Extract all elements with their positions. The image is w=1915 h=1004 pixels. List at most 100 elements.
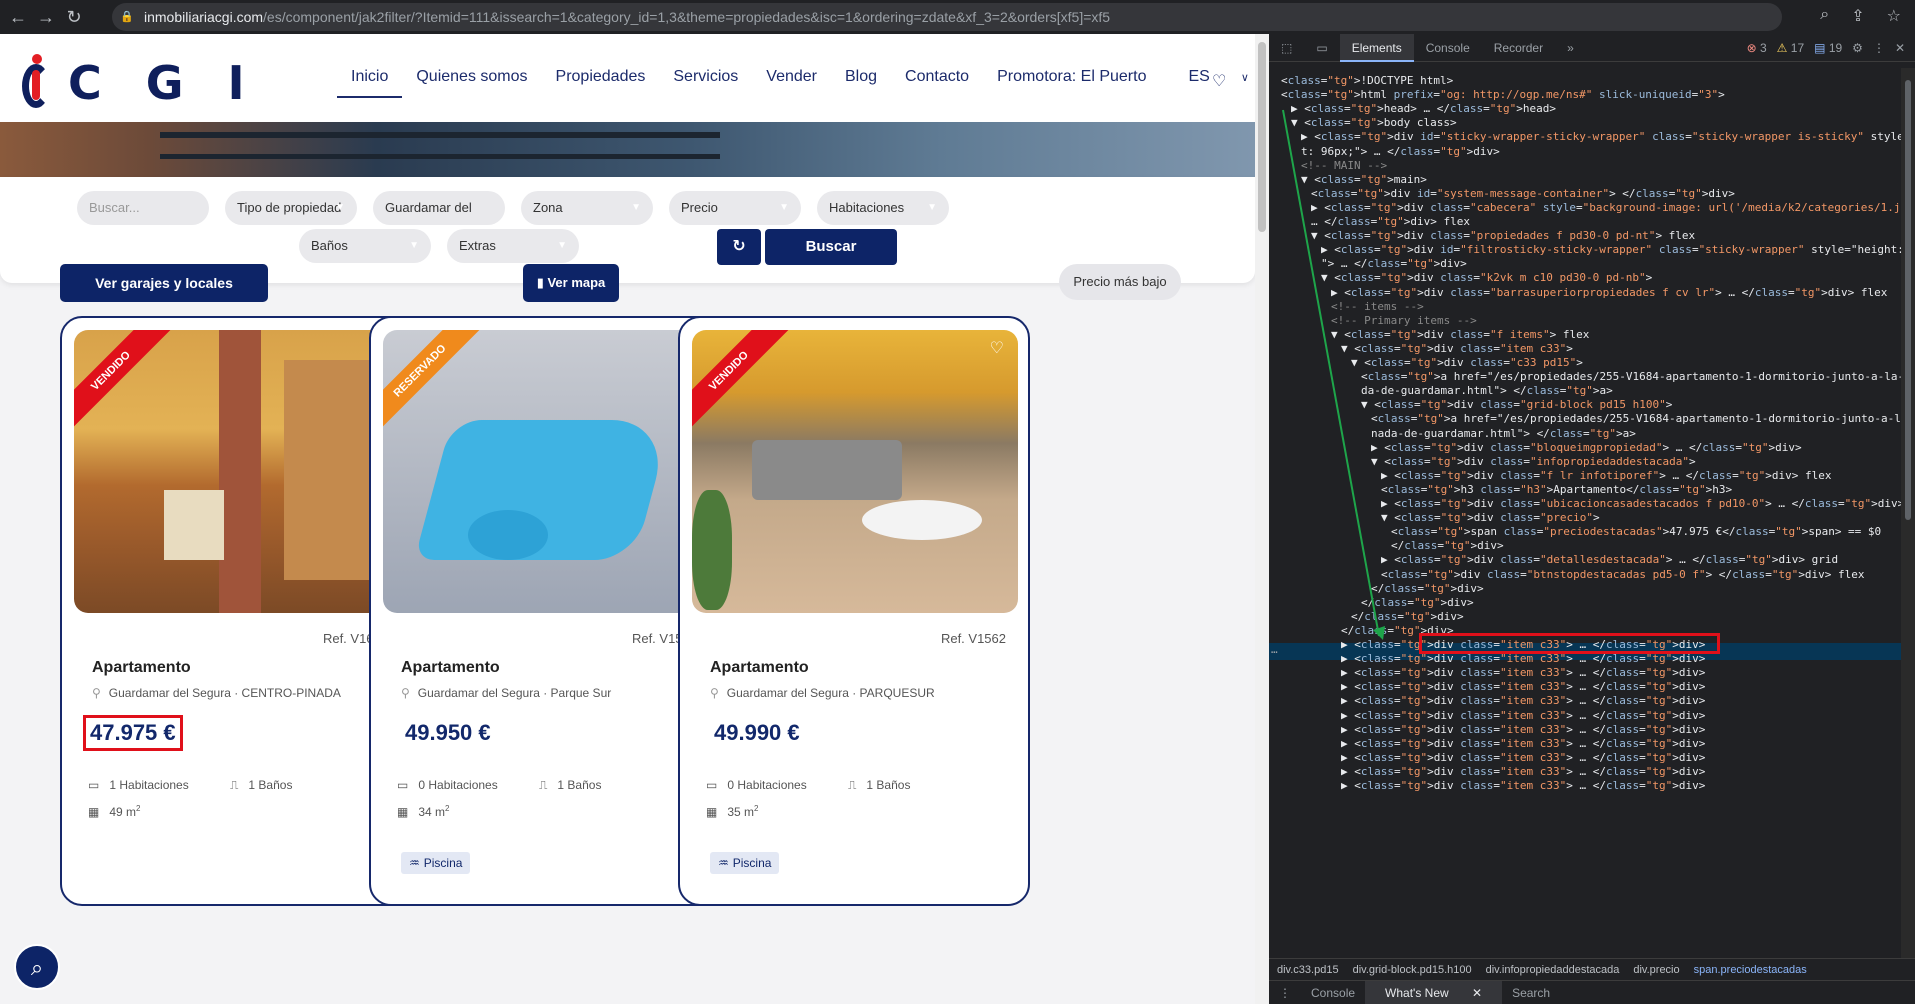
reset-filters-button[interactable]: ↻: [717, 229, 761, 265]
property-location: ⚲ Guardamar del Segura · CENTRO-PINADA: [92, 686, 341, 700]
bed-icon: ▭: [88, 778, 100, 792]
ciudad-select[interactable]: Guardamar del Segura: [373, 191, 505, 249]
inspect-icon[interactable]: ⬚: [1269, 34, 1304, 62]
ver-mapa-button[interactable]: ▮ Ver mapa: [523, 264, 619, 302]
search-input[interactable]: Buscar...: [77, 191, 209, 225]
bathrooms-spec: ⎍ 1 Baños: [539, 778, 602, 792]
buscar-button[interactable]: Buscar: [765, 229, 897, 265]
tab-recorder[interactable]: Recorder: [1482, 34, 1555, 62]
warning-icon: ⚠: [1776, 40, 1788, 55]
gear-icon[interactable]: ⚙: [1852, 41, 1863, 55]
drawer-tab-console[interactable]: Console: [1301, 981, 1365, 1004]
habitaciones-select[interactable]: Habitaciones ▼: [817, 191, 949, 225]
back-icon[interactable]: ←: [4, 7, 32, 28]
property-location: ⚲ Guardamar del Segura · Parque Sur: [401, 686, 612, 700]
close-icon[interactable]: ✕: [1895, 41, 1905, 55]
zona-select[interactable]: Zona ▼: [521, 191, 653, 225]
extras-select[interactable]: Extras ▼: [447, 229, 579, 263]
bath-icon: ⎍: [848, 778, 857, 792]
logo-text: CGI: [68, 56, 289, 110]
bath-icon: ⎍: [539, 778, 548, 792]
menu-inicio[interactable]: Inicio: [337, 68, 403, 98]
caret-down-icon: ▼: [927, 202, 937, 213]
bathrooms-spec: ⎍ 1 Baños: [230, 778, 293, 792]
issue-counters[interactable]: ⊗ 3 ⚠ 17 ▤ 19 ⚙ ⋮ ✕: [1747, 41, 1915, 55]
cgi-logo[interactable]: [22, 54, 50, 108]
property-type: Apartamento: [92, 659, 191, 676]
ver-garajes-button[interactable]: Ver garajes y locales comerciales: [60, 264, 268, 329]
area-spec: ▦ 49 m2: [88, 804, 141, 819]
breadcrumb-item[interactable]: div.c33.pd15: [1277, 964, 1339, 976]
menu-language[interactable]: ES ∨: [1160, 68, 1255, 98]
property-price: 49.990 €: [714, 720, 800, 745]
message-icon: ▤: [1814, 40, 1826, 55]
bath-icon: ⎍: [230, 778, 239, 792]
breadcrumb-item[interactable]: div.precio: [1633, 964, 1679, 976]
floating-search-button[interactable]: ⌕: [14, 944, 60, 990]
property-card[interactable]: RESERVADO ♡ Ref. V1549 Apartamento ⚲Guar…: [369, 316, 721, 906]
banos-select[interactable]: Baños ▼: [299, 229, 431, 263]
tab-elements[interactable]: Elements: [1339, 33, 1414, 62]
menu-vender[interactable]: Vender: [752, 68, 831, 98]
favorites-heart-icon[interactable]: ♡: [1212, 71, 1226, 91]
bookmark-star-icon[interactable]: ☆: [1887, 6, 1901, 26]
dom-tree-line[interactable]: ▶ <class="tg">div class="item c33"> … </…: [1341, 777, 1705, 794]
devtools-drawer-tabs: ⋮ Console What's New ✕ Search: [1269, 980, 1915, 1004]
property-type: Apartamento: [401, 659, 500, 676]
drawer-tab-search[interactable]: Search: [1502, 981, 1560, 1004]
status-ribbon: VENDIDO: [692, 330, 792, 434]
device-toggle-icon[interactable]: ▭: [1304, 34, 1339, 62]
location-pin-icon: ⚲: [92, 686, 101, 700]
breadcrumb-item[interactable]: div.grid-block.pd15.h100: [1353, 964, 1472, 976]
drawer-menu-icon[interactable]: ⋮: [1269, 981, 1301, 1004]
sort-select[interactable]: Precio más bajo: [1059, 264, 1181, 300]
pool-icon: ♒: [718, 856, 729, 870]
screen: ← → ↻ 🔒 inmobiliariacgi.com/es/component…: [0, 0, 1915, 1004]
share-icon[interactable]: ⇪: [1851, 6, 1864, 26]
menu-contacto[interactable]: Contacto: [891, 68, 983, 98]
page-scrollbar[interactable]: [1255, 34, 1269, 1004]
area-icon: ▦: [706, 805, 718, 819]
address-bar[interactable]: 🔒 inmobiliariacgi.com/es/component/jak2f…: [112, 3, 1782, 31]
tab-console[interactable]: Console: [1414, 34, 1482, 62]
forward-icon[interactable]: →: [32, 7, 60, 28]
amenity-tag: ♒ Piscina: [401, 852, 471, 874]
menu-quienes-somos[interactable]: Quienes somos: [402, 68, 541, 98]
devtools-panel: ⬚ ▭ Elements Console Recorder » ⊗ 3 ⚠ 17…: [1269, 33, 1915, 1004]
precio-select[interactable]: Precio ▼: [669, 191, 801, 225]
tipo-select[interactable]: Tipo de propiedad ▼: [225, 191, 357, 225]
menu-promotora[interactable]: Promotora: El Puerto: [983, 68, 1160, 98]
logo-mark: [22, 54, 50, 108]
bedrooms-spec: ▭ 0 Habitaciones: [706, 778, 807, 792]
breadcrumb-item[interactable]: div.infopropiedaddestacada: [1486, 964, 1620, 976]
menu-servicios[interactable]: Servicios: [659, 68, 752, 98]
property-photo[interactable]: VENDIDO ♡: [692, 330, 1018, 613]
url-host: inmobiliariacgi.com: [144, 9, 264, 25]
area-spec: ▦ 34 m2: [397, 804, 450, 819]
more-tabs[interactable]: »: [1555, 34, 1586, 62]
location-pin-icon: ⚲: [401, 686, 410, 700]
drawer-tab-whats-new[interactable]: What's New ✕: [1365, 980, 1503, 1004]
kebab-menu-icon[interactable]: ⋮: [1873, 41, 1885, 55]
property-card[interactable]: VENDIDO ♡ Ref. V1562 Apartamento ⚲ Guarda…: [678, 316, 1030, 906]
hero-banner-image: [0, 122, 1255, 177]
status-ribbon: VENDIDO: [74, 330, 174, 434]
property-photo[interactable]: RESERVADO ♡: [383, 330, 709, 613]
area-icon: ▦: [397, 805, 409, 819]
favorite-heart-icon[interactable]: ♡: [990, 338, 1004, 358]
error-icon: ⊗: [1746, 40, 1757, 55]
url-path: /es/component/jak2filter/?Itemid=111&iss…: [263, 9, 1111, 25]
reload-icon[interactable]: ↻: [60, 7, 88, 28]
breadcrumb-item[interactable]: span.preciodestacadas: [1694, 964, 1807, 976]
devtools-scrollbar[interactable]: [1901, 68, 1915, 958]
lock-icon: 🔒: [120, 11, 134, 23]
caret-down-icon: ▼: [409, 240, 419, 251]
zoom-icon[interactable]: ⌕: [1820, 6, 1829, 26]
menu-blog[interactable]: Blog: [831, 68, 891, 98]
area-icon: ▦: [88, 805, 100, 819]
property-photo[interactable]: VENDIDO ♡: [74, 330, 400, 613]
area-spec: ▦ 35 m2: [706, 804, 759, 819]
annotation-arrow: [1282, 109, 1385, 640]
property-card[interactable]: VENDIDO ♡ Ref. V1684 Apartamento ⚲Guarda…: [60, 316, 412, 906]
menu-propiedades[interactable]: Propiedades: [542, 68, 660, 98]
